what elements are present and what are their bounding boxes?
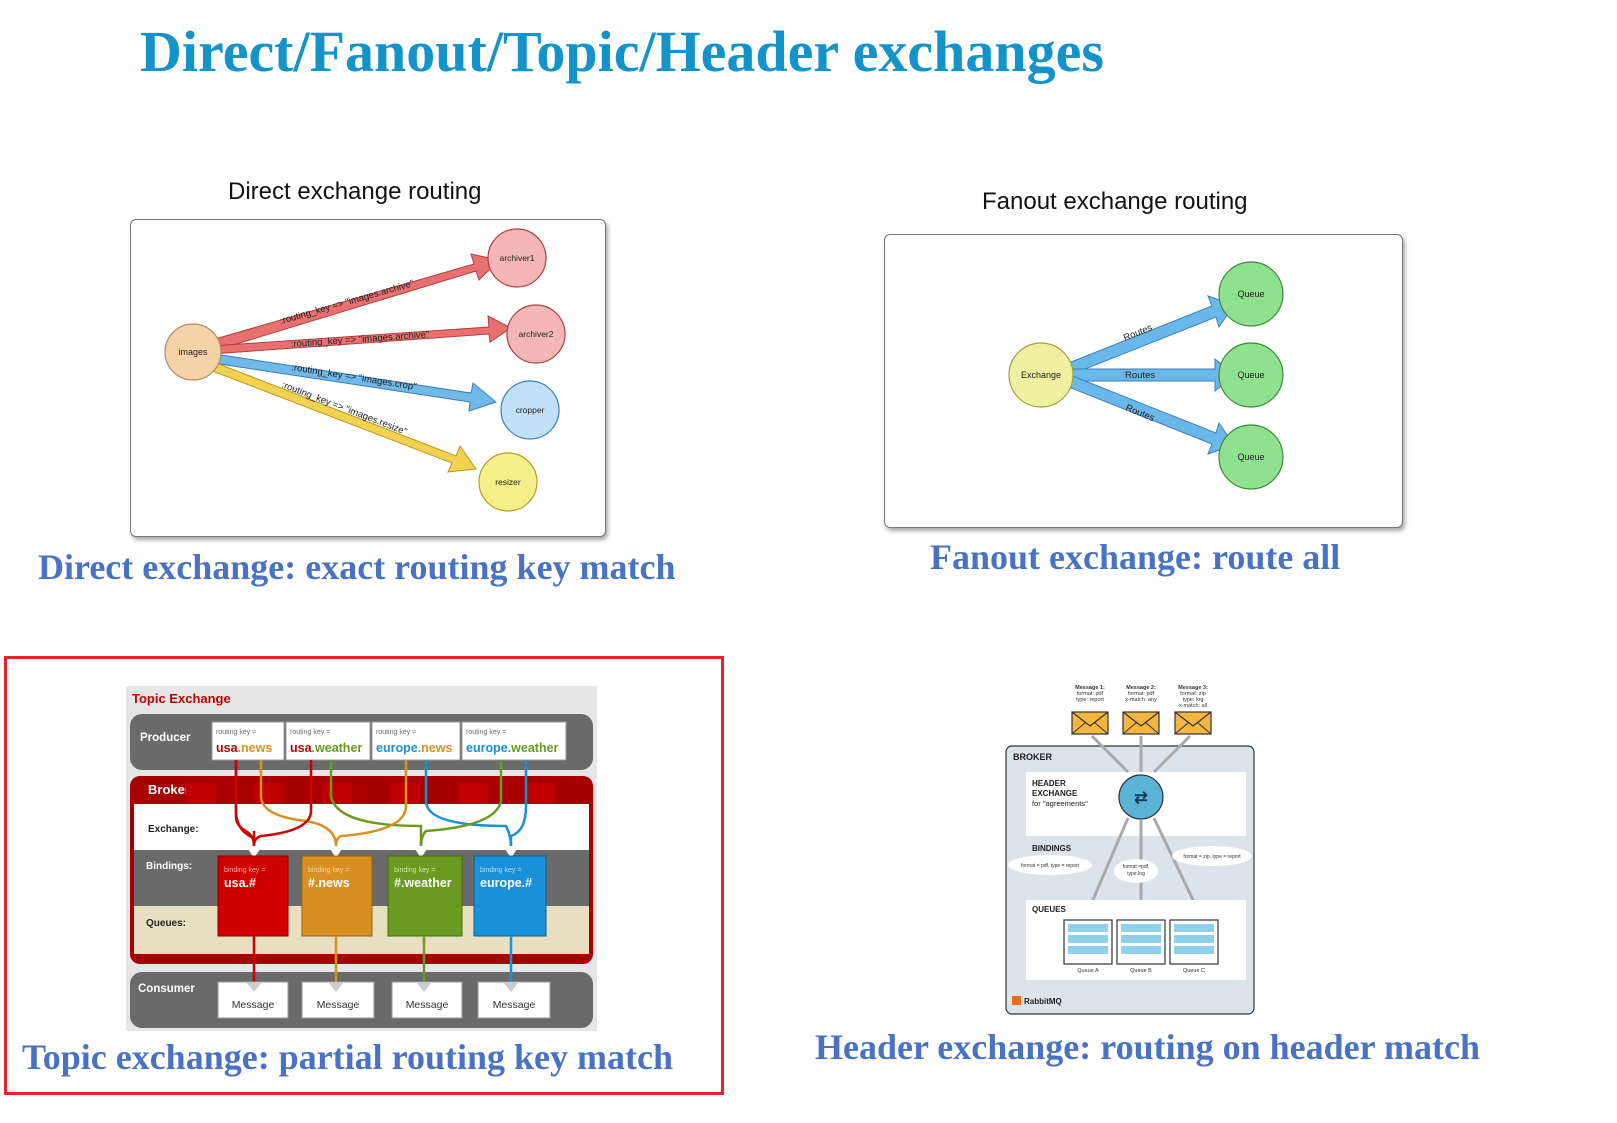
topic-routing-key-2: routing key = usa.weather (285, 721, 371, 761)
header-swap-icon: ⇄ (1134, 790, 1147, 807)
topic-message-3: Message (391, 981, 463, 1019)
topic-queue-weather: binding key = #.weather (387, 855, 463, 937)
svg-text:usa.news: usa.news (216, 741, 272, 755)
topic-routing-key-3: routing key = europe.news (371, 721, 461, 761)
topic-routing-key-4: routing key = europe.weather (461, 721, 567, 761)
direct-node-cropper-label: cropper (516, 405, 545, 415)
header-message-2-line2: x-match: any (1125, 697, 1157, 703)
fanout-diagram: Routes Routes Routes Exchange Queue Queu… (1008, 261, 1284, 490)
header-queues-label: QUEUES (1032, 905, 1066, 914)
header-message-3-line3: x-match: all (1179, 703, 1207, 709)
fanout-arrow-1 (1060, 295, 1235, 378)
topic-producer-label: Producer (140, 732, 191, 744)
topic-message-4: Message (477, 981, 551, 1019)
svg-text:usa.weather: usa.weather (290, 741, 362, 755)
topic-caption: Topic exchange: partial routing key matc… (22, 1037, 674, 1077)
topic-exchange-label: Exchange: (148, 824, 199, 835)
topic-broker-label: Broker (148, 782, 190, 797)
topic-routing-key-1: routing key = usa.news (211, 721, 285, 761)
header-queue-b-label: Queue B (1130, 968, 1152, 974)
topic-binding-key-3: #.weather (394, 876, 452, 890)
topic-binding-key-4-prefix: binding key = (480, 867, 521, 874)
topic-message-2-label: Message (317, 999, 360, 1011)
direct-caption: Direct exchange: exact routing key match (38, 547, 676, 587)
fanout-diagram-frame: Routes Routes Routes Exchange Queue Queu… (884, 234, 1403, 528)
topic-title: Topic Exchange (132, 691, 231, 706)
fanout-diagram-title: Fanout exchange routing (982, 188, 1248, 215)
topic-binding-key-1-prefix: binding key = (224, 867, 265, 874)
direct-node-archiver1-label: archiver1 (500, 253, 535, 263)
topic-routing-key-2-prefix: routing key = (290, 729, 330, 736)
direct-node-archiver2-label: archiver2 (519, 329, 554, 339)
header-binding-1-label: format = pdf, type = report (1021, 863, 1079, 869)
header-diagram-svg: Message 1: format: pdf type: report Mess… (1005, 685, 1255, 1015)
fanout-label-2: Routes (1125, 370, 1155, 381)
topic-message-1-label: Message (232, 999, 275, 1011)
header-binding-3-label: format = zip, type = report (1183, 854, 1241, 860)
svg-text:europe.weather: europe.weather (466, 741, 559, 755)
header-queue-a-label: Queue A (1077, 968, 1099, 974)
header-exchange-title-3: for "agreements" (1032, 799, 1088, 808)
svg-text:europe.news: europe.news (376, 741, 452, 755)
direct-diagram-title: Direct exchange routing (228, 178, 482, 205)
topic-queues-label: Queues: (146, 918, 186, 929)
direct-diagram-frame: :routing_key => "images.archive" :routin… (130, 219, 606, 537)
header-binding-2-line2: type.log (1127, 871, 1145, 877)
topic-routing-key-4-prefix: routing key = (466, 729, 506, 736)
topic-diagram-svg: Topic Exchange Producer Broker Exchange:… (130, 691, 593, 1028)
direct-node-resizer-label: resizer (495, 477, 521, 487)
fanout-queue-label-2: Queue (1237, 370, 1264, 380)
topic-binding-key-4: europe.# (480, 876, 532, 890)
slide-title: Direct/Fanout/Topic/Header exchanges (140, 19, 1104, 84)
topic-binding-key-3-prefix: binding key = (394, 867, 435, 874)
topic-queue-news: binding key = #.news (301, 855, 373, 937)
header-exchange-title-2: EXCHANGE (1032, 789, 1078, 798)
header-exchange-title-1: HEADER (1032, 779, 1066, 788)
topic-binding-key-2: #.news (308, 876, 350, 890)
direct-key-label-1: :routing_key => "images.archive" (279, 278, 415, 327)
header-brand-label: RabbitMQ (1024, 997, 1062, 1006)
fanout-exchange-label: Exchange (1021, 370, 1061, 380)
header-binding-2-line1: format =pdf, (1123, 864, 1150, 870)
rabbitmq-logo-icon (1012, 996, 1021, 1005)
header-caption: Header exchange: routing on header match (815, 1027, 1480, 1067)
topic-diagram: Topic Exchange Producer Broker Exchange:… (126, 686, 597, 1031)
topic-binding-key-1: usa.# (224, 876, 256, 890)
direct-key-label-2: :routing_key => "images.archive" (290, 329, 429, 350)
header-message-1-line2: type: report (1076, 697, 1104, 703)
direct-diagram: :routing_key => "images.archive" :routin… (164, 228, 566, 512)
fanout-caption: Fanout exchange: route all (930, 537, 1341, 577)
direct-source-label: images (178, 347, 208, 357)
topic-message-3-label: Message (406, 999, 449, 1011)
topic-message-1: Message (217, 981, 289, 1019)
header-envelope-2-icon (1122, 711, 1160, 735)
topic-routing-key-1-prefix: routing key = (216, 729, 256, 736)
header-bindings-label: BINDINGS (1032, 844, 1072, 853)
header-queue-c-label: Queue C (1183, 968, 1205, 974)
topic-routing-key-3-prefix: routing key = (376, 729, 416, 736)
header-envelope-3-icon (1174, 711, 1212, 735)
header-diagram: Message 1: format: pdf type: report Mess… (1000, 680, 1280, 1020)
topic-message-2: Message (301, 981, 375, 1019)
topic-binding-key-2-prefix: binding key = (308, 867, 349, 874)
header-envelope-1-icon (1071, 711, 1109, 735)
topic-queue-europe: binding key = europe.# (473, 855, 547, 937)
header-broker-label: BROKER (1013, 752, 1053, 762)
topic-message-4-label: Message (493, 999, 536, 1011)
fanout-queue-label-1: Queue (1237, 289, 1264, 299)
topic-queue-usa: binding key = usa.# (217, 855, 289, 937)
topic-bindings-label: Bindings: (146, 861, 192, 872)
fanout-queue-label-3: Queue (1237, 452, 1264, 462)
topic-consumer-label: Consumer (138, 983, 195, 995)
